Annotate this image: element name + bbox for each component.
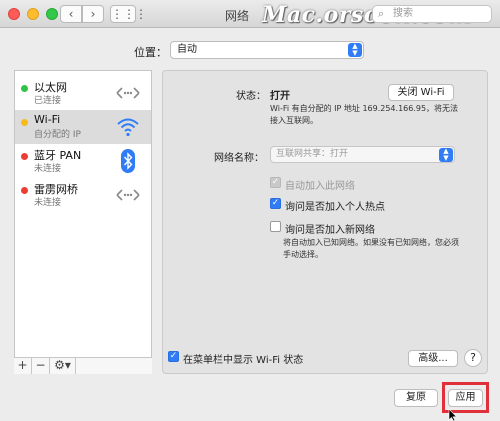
gear-menu-button[interactable]: ⚙▾ bbox=[50, 358, 76, 374]
status-dot bbox=[21, 85, 28, 92]
ask-hotspot-checkbox[interactable]: ✓ bbox=[270, 198, 281, 209]
location-value: 自动 bbox=[177, 44, 197, 55]
updown-icon: ▲ ▼ bbox=[439, 148, 453, 162]
network-name-select[interactable]: 互联网共享：打开 ▲ ▼ bbox=[270, 146, 455, 163]
network-name-value: 互联网共享：打开 bbox=[276, 149, 349, 159]
mouse-cursor-icon bbox=[448, 409, 458, 421]
ethernet-icon bbox=[116, 87, 140, 99]
turn-off-wifi-button[interactable]: 关闭 Wi-Fi bbox=[388, 84, 454, 101]
updown-icon: ▲ ▼ bbox=[348, 43, 362, 57]
status-label: 状态： bbox=[236, 91, 266, 102]
chevron-right-icon: › bbox=[90, 7, 96, 21]
search-input[interactable]: ⌕ 搜索 bbox=[372, 5, 492, 23]
grid-icon: ⋮⋮⋮ bbox=[111, 7, 147, 21]
location-label: 位置： bbox=[134, 46, 167, 59]
service-name: Wi-Fi bbox=[34, 113, 61, 126]
thunderbolt-bridge-icon bbox=[116, 189, 140, 201]
service-status: 未连接 bbox=[34, 198, 62, 208]
close-button[interactable] bbox=[8, 8, 20, 20]
status-dot bbox=[21, 119, 28, 126]
ask-new-network-checkbox[interactable] bbox=[270, 221, 281, 232]
location-select[interactable]: 自动 ▲ ▼ bbox=[170, 41, 364, 59]
status-description: Wi-Fi 有自分配的 IP 地址 169.254.166.95，将无法接入互联… bbox=[270, 104, 459, 125]
ask-new-network-hint: 将自动加入已知网络。如果没有已知网络，您必须手动选择。 bbox=[283, 238, 459, 259]
apply-button[interactable]: 应用 bbox=[448, 389, 483, 407]
bluetooth-icon bbox=[121, 149, 135, 173]
ask-new-network-label: 询问是否加入新网络 bbox=[285, 225, 375, 236]
service-list: 以太网 已连接 Wi-Fi 自分配的 IP 蓝牙 PAN 未连接 雷雳网桥 未连… bbox=[14, 70, 152, 374]
wifi-icon bbox=[117, 118, 139, 137]
auto-join-label: 自动加入此网络 bbox=[285, 181, 355, 192]
service-item-wifi[interactable]: Wi-Fi 自分配的 IP bbox=[15, 110, 151, 144]
service-item-ethernet[interactable]: 以太网 已连接 bbox=[15, 76, 151, 110]
status-dot bbox=[21, 153, 28, 160]
service-status: 自分配的 IP bbox=[34, 130, 81, 140]
ask-hotspot-label: 询问是否加入个人热点 bbox=[285, 202, 385, 213]
titlebar: ‹ › ⋮⋮⋮ 网络 Mac.orsoon.com ⌕ 搜索 bbox=[0, 0, 500, 28]
service-item-bluetooth-pan[interactable]: 蓝牙 PAN 未连接 bbox=[15, 144, 151, 178]
revert-button[interactable]: 复原 bbox=[394, 389, 438, 407]
status-dot bbox=[21, 187, 28, 194]
back-button[interactable]: ‹ bbox=[60, 5, 82, 23]
advanced-button[interactable]: 高级... bbox=[408, 350, 458, 367]
chevron-left-icon: ‹ bbox=[68, 7, 74, 21]
minimize-button[interactable] bbox=[27, 8, 39, 20]
window-title: 网络 bbox=[225, 9, 250, 23]
service-status: 已连接 bbox=[34, 96, 62, 106]
status-value: 打开 bbox=[270, 91, 290, 102]
service-status: 未连接 bbox=[34, 164, 62, 174]
network-preferences-window: ‹ › ⋮⋮⋮ 网络 Mac.orsoon.com ⌕ 搜索 位置： 自动 ▲ ▼… bbox=[0, 0, 500, 421]
auto-join-checkbox: ✓ bbox=[270, 177, 281, 188]
service-item-thunderbolt-bridge[interactable]: 雷雳网桥 未连接 bbox=[15, 178, 151, 212]
search-placeholder: 搜索 bbox=[393, 8, 413, 19]
network-name-label: 网络名称： bbox=[214, 153, 264, 164]
add-service-button[interactable]: + bbox=[14, 358, 32, 374]
show-menubar-checkbox[interactable]: ✓ bbox=[168, 351, 179, 362]
service-list-toolbar: + − ⚙▾ bbox=[14, 357, 152, 374]
help-button[interactable]: ? bbox=[464, 349, 482, 367]
search-icon: ⌕ bbox=[378, 7, 385, 20]
show-all-button[interactable]: ⋮⋮⋮ bbox=[110, 5, 147, 23]
remove-service-button[interactable]: − bbox=[32, 358, 50, 374]
show-menubar-label: 在菜单栏中显示 Wi-Fi 状态 bbox=[183, 355, 304, 366]
zoom-button[interactable] bbox=[46, 8, 58, 20]
forward-button[interactable]: › bbox=[82, 5, 104, 23]
